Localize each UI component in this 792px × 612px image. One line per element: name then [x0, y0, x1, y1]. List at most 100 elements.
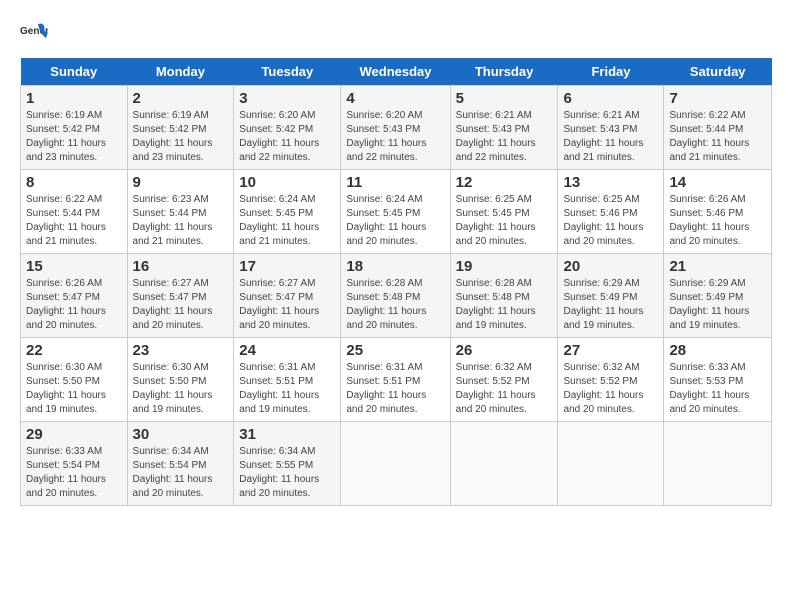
day-info: Sunrise: 6:32 AMSunset: 5:52 PMDaylight:…: [563, 362, 643, 415]
day-info: Sunrise: 6:20 AMSunset: 5:42 PMDaylight:…: [239, 110, 319, 163]
day-number: 17: [239, 258, 335, 275]
week-row-1: 1 Sunrise: 6:19 AMSunset: 5:42 PMDayligh…: [21, 86, 772, 170]
day-number: 10: [239, 174, 335, 191]
header-day-sunday: Sunday: [21, 58, 128, 86]
calendar-table: SundayMondayTuesdayWednesdayThursdayFrid…: [20, 58, 772, 506]
calendar-cell: 20 Sunrise: 6:29 AMSunset: 5:49 PMDaylig…: [558, 254, 664, 338]
day-info: Sunrise: 6:21 AMSunset: 5:43 PMDaylight:…: [563, 110, 643, 163]
day-info: Sunrise: 6:34 AMSunset: 5:54 PMDaylight:…: [133, 446, 213, 499]
day-number: 6: [563, 90, 658, 107]
calendar-cell: 21 Sunrise: 6:29 AMSunset: 5:49 PMDaylig…: [664, 254, 772, 338]
calendar-cell: [341, 422, 450, 506]
calendar-cell: 14 Sunrise: 6:26 AMSunset: 5:46 PMDaylig…: [664, 170, 772, 254]
header-day-friday: Friday: [558, 58, 664, 86]
calendar-header: SundayMondayTuesdayWednesdayThursdayFrid…: [21, 58, 772, 86]
day-info: Sunrise: 6:22 AMSunset: 5:44 PMDaylight:…: [669, 110, 749, 163]
header-day-wednesday: Wednesday: [341, 58, 450, 86]
calendar-cell: 9 Sunrise: 6:23 AMSunset: 5:44 PMDayligh…: [127, 170, 234, 254]
day-number: 12: [456, 174, 553, 191]
day-info: Sunrise: 6:29 AMSunset: 5:49 PMDaylight:…: [563, 278, 643, 331]
calendar-cell: 16 Sunrise: 6:27 AMSunset: 5:47 PMDaylig…: [127, 254, 234, 338]
calendar-cell: 19 Sunrise: 6:28 AMSunset: 5:48 PMDaylig…: [450, 254, 558, 338]
header: General: [20, 20, 772, 48]
day-number: 16: [133, 258, 229, 275]
calendar-cell: 28 Sunrise: 6:33 AMSunset: 5:53 PMDaylig…: [664, 338, 772, 422]
day-number: 20: [563, 258, 658, 275]
day-number: 15: [26, 258, 122, 275]
calendar-cell: 18 Sunrise: 6:28 AMSunset: 5:48 PMDaylig…: [341, 254, 450, 338]
day-info: Sunrise: 6:26 AMSunset: 5:47 PMDaylight:…: [26, 278, 106, 331]
day-number: 8: [26, 174, 122, 191]
day-info: Sunrise: 6:22 AMSunset: 5:44 PMDaylight:…: [26, 194, 106, 247]
calendar-cell: 22 Sunrise: 6:30 AMSunset: 5:50 PMDaylig…: [21, 338, 128, 422]
week-row-2: 8 Sunrise: 6:22 AMSunset: 5:44 PMDayligh…: [21, 170, 772, 254]
day-info: Sunrise: 6:21 AMSunset: 5:43 PMDaylight:…: [456, 110, 536, 163]
calendar-cell: 6 Sunrise: 6:21 AMSunset: 5:43 PMDayligh…: [558, 86, 664, 170]
calendar-cell: 11 Sunrise: 6:24 AMSunset: 5:45 PMDaylig…: [341, 170, 450, 254]
calendar-body: 1 Sunrise: 6:19 AMSunset: 5:42 PMDayligh…: [21, 86, 772, 506]
day-number: 19: [456, 258, 553, 275]
day-info: Sunrise: 6:24 AMSunset: 5:45 PMDaylight:…: [239, 194, 319, 247]
logo-icon: General: [20, 20, 48, 48]
header-day-monday: Monday: [127, 58, 234, 86]
day-info: Sunrise: 6:32 AMSunset: 5:52 PMDaylight:…: [456, 362, 536, 415]
calendar-cell: 25 Sunrise: 6:31 AMSunset: 5:51 PMDaylig…: [341, 338, 450, 422]
calendar-cell: 7 Sunrise: 6:22 AMSunset: 5:44 PMDayligh…: [664, 86, 772, 170]
day-info: Sunrise: 6:34 AMSunset: 5:55 PMDaylight:…: [239, 446, 319, 499]
day-number: 14: [669, 174, 766, 191]
calendar-cell: 4 Sunrise: 6:20 AMSunset: 5:43 PMDayligh…: [341, 86, 450, 170]
day-info: Sunrise: 6:31 AMSunset: 5:51 PMDaylight:…: [239, 362, 319, 415]
day-number: 23: [133, 342, 229, 359]
day-number: 1: [26, 90, 122, 107]
calendar-cell: 13 Sunrise: 6:25 AMSunset: 5:46 PMDaylig…: [558, 170, 664, 254]
calendar-cell: 10 Sunrise: 6:24 AMSunset: 5:45 PMDaylig…: [234, 170, 341, 254]
calendar-cell: 30 Sunrise: 6:34 AMSunset: 5:54 PMDaylig…: [127, 422, 234, 506]
day-info: Sunrise: 6:30 AMSunset: 5:50 PMDaylight:…: [26, 362, 106, 415]
day-info: Sunrise: 6:19 AMSunset: 5:42 PMDaylight:…: [133, 110, 213, 163]
day-info: Sunrise: 6:33 AMSunset: 5:54 PMDaylight:…: [26, 446, 106, 499]
day-number: 28: [669, 342, 766, 359]
calendar-cell: 15 Sunrise: 6:26 AMSunset: 5:47 PMDaylig…: [21, 254, 128, 338]
day-number: 2: [133, 90, 229, 107]
day-info: Sunrise: 6:28 AMSunset: 5:48 PMDaylight:…: [456, 278, 536, 331]
calendar-cell: 3 Sunrise: 6:20 AMSunset: 5:42 PMDayligh…: [234, 86, 341, 170]
calendar-cell: 5 Sunrise: 6:21 AMSunset: 5:43 PMDayligh…: [450, 86, 558, 170]
calendar-cell: 17 Sunrise: 6:27 AMSunset: 5:47 PMDaylig…: [234, 254, 341, 338]
calendar-cell: [558, 422, 664, 506]
day-number: 13: [563, 174, 658, 191]
day-info: Sunrise: 6:30 AMSunset: 5:50 PMDaylight:…: [133, 362, 213, 415]
day-info: Sunrise: 6:19 AMSunset: 5:42 PMDaylight:…: [26, 110, 106, 163]
day-info: Sunrise: 6:26 AMSunset: 5:46 PMDaylight:…: [669, 194, 749, 247]
day-info: Sunrise: 6:24 AMSunset: 5:45 PMDaylight:…: [346, 194, 426, 247]
calendar-cell: 27 Sunrise: 6:32 AMSunset: 5:52 PMDaylig…: [558, 338, 664, 422]
calendar-cell: 24 Sunrise: 6:31 AMSunset: 5:51 PMDaylig…: [234, 338, 341, 422]
day-number: 7: [669, 90, 766, 107]
day-info: Sunrise: 6:29 AMSunset: 5:49 PMDaylight:…: [669, 278, 749, 331]
day-number: 31: [239, 426, 335, 443]
day-number: 29: [26, 426, 122, 443]
week-row-3: 15 Sunrise: 6:26 AMSunset: 5:47 PMDaylig…: [21, 254, 772, 338]
calendar-cell: 29 Sunrise: 6:33 AMSunset: 5:54 PMDaylig…: [21, 422, 128, 506]
calendar-cell: 2 Sunrise: 6:19 AMSunset: 5:42 PMDayligh…: [127, 86, 234, 170]
day-info: Sunrise: 6:20 AMSunset: 5:43 PMDaylight:…: [346, 110, 426, 163]
day-number: 26: [456, 342, 553, 359]
day-number: 27: [563, 342, 658, 359]
calendar-cell: 23 Sunrise: 6:30 AMSunset: 5:50 PMDaylig…: [127, 338, 234, 422]
calendar-cell: [450, 422, 558, 506]
day-number: 25: [346, 342, 444, 359]
day-info: Sunrise: 6:23 AMSunset: 5:44 PMDaylight:…: [133, 194, 213, 247]
day-number: 21: [669, 258, 766, 275]
calendar-cell: 31 Sunrise: 6:34 AMSunset: 5:55 PMDaylig…: [234, 422, 341, 506]
day-info: Sunrise: 6:28 AMSunset: 5:48 PMDaylight:…: [346, 278, 426, 331]
day-number: 5: [456, 90, 553, 107]
day-number: 30: [133, 426, 229, 443]
header-row: SundayMondayTuesdayWednesdayThursdayFrid…: [21, 58, 772, 86]
day-info: Sunrise: 6:33 AMSunset: 5:53 PMDaylight:…: [669, 362, 749, 415]
header-day-tuesday: Tuesday: [234, 58, 341, 86]
day-number: 3: [239, 90, 335, 107]
day-number: 22: [26, 342, 122, 359]
day-info: Sunrise: 6:27 AMSunset: 5:47 PMDaylight:…: [239, 278, 319, 331]
day-number: 4: [346, 90, 444, 107]
header-day-thursday: Thursday: [450, 58, 558, 86]
calendar-cell: 12 Sunrise: 6:25 AMSunset: 5:45 PMDaylig…: [450, 170, 558, 254]
